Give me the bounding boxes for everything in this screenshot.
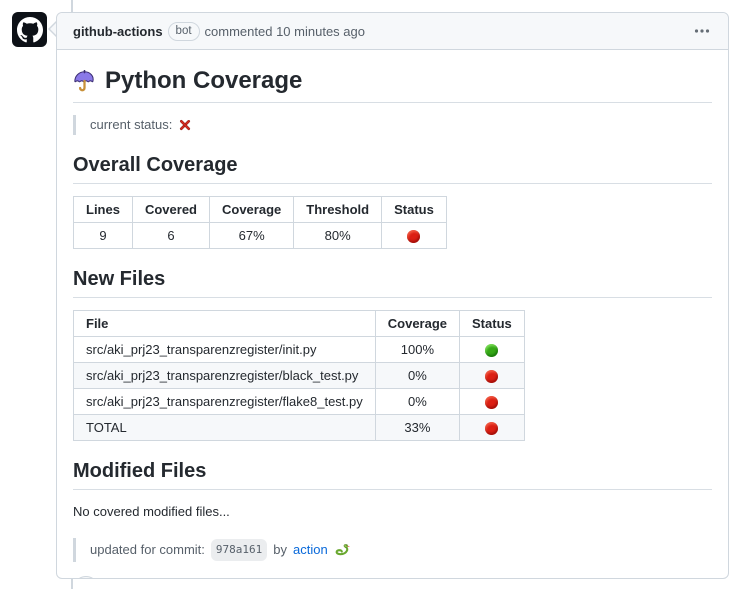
- table-cell: [460, 389, 525, 415]
- commit-note-connector: by: [273, 541, 287, 559]
- current-status-label: current status:: [90, 116, 172, 134]
- snake-icon: [334, 542, 350, 558]
- column-header: Status: [382, 197, 447, 223]
- modified-files-empty-text: No covered modified files...: [73, 502, 712, 522]
- table-cell: [382, 223, 447, 249]
- table-row: TOTAL33%: [74, 415, 525, 441]
- table-cell: 0%: [375, 389, 459, 415]
- table-cell: 6: [132, 223, 209, 249]
- status-green-icon: [485, 344, 498, 357]
- table-cell: 33%: [375, 415, 459, 441]
- table-cell: 100%: [375, 337, 459, 363]
- table-header-row: LinesCoveredCoverageThresholdStatus: [74, 197, 447, 223]
- column-header: File: [74, 311, 376, 337]
- table-cell: 80%: [294, 223, 382, 249]
- comment-timestamp: commented 10 minutes ago: [205, 24, 365, 39]
- column-header: Coverage: [210, 197, 294, 223]
- status-red-icon: [485, 370, 498, 383]
- umbrella-icon: [73, 70, 96, 93]
- commit-note-label: updated for commit:: [90, 541, 205, 559]
- table-cell: 0%: [375, 363, 459, 389]
- current-status-note: current status:: [73, 115, 712, 135]
- bot-badge: bot: [168, 22, 200, 41]
- table-cell: TOTAL: [74, 415, 376, 441]
- new-files-heading: New Files: [73, 267, 712, 298]
- table-row: 9667%80%: [74, 223, 447, 249]
- table-cell: 9: [74, 223, 133, 249]
- commit-note: updated for commit: 978a161 by action: [73, 538, 712, 562]
- comment-box: github-actions bot commented 10 minutes …: [56, 12, 729, 579]
- new-files-table: FileCoverageStatus src/aki_prj23_transpa…: [73, 310, 525, 441]
- table-row: src/aki_prj23_transparenzregister/black_…: [74, 363, 525, 389]
- table-row: src/aki_prj23_transparenzregister/init.p…: [74, 337, 525, 363]
- status-red-icon: [485, 422, 498, 435]
- table-row: src/aki_prj23_transparenzregister/flake8…: [74, 389, 525, 415]
- comment-header: github-actions bot commented 10 minutes …: [57, 13, 728, 50]
- cross-mark-icon: [178, 118, 192, 132]
- table-cell: src/aki_prj23_transparenzregister/init.p…: [74, 337, 376, 363]
- column-header: Lines: [74, 197, 133, 223]
- overall-coverage-heading: Overall Coverage: [73, 153, 712, 184]
- column-header: Threshold: [294, 197, 382, 223]
- commit-sha-chip: 978a161: [211, 539, 267, 561]
- table-cell: [460, 363, 525, 389]
- status-red-icon: [407, 230, 420, 243]
- octocat-icon: [17, 17, 43, 43]
- report-title: Python Coverage: [73, 66, 712, 103]
- table-cell: [460, 415, 525, 441]
- github-comment-page: github-actions bot commented 10 minutes …: [0, 0, 741, 589]
- table-cell: src/aki_prj23_transparenzregister/black_…: [74, 363, 376, 389]
- kebab-icon: [694, 23, 710, 39]
- status-red-icon: [485, 396, 498, 409]
- comment-body: Python Coverage current status: Overall …: [57, 50, 728, 579]
- table-cell: src/aki_prj23_transparenzregister/flake8…: [74, 389, 376, 415]
- column-header: Status: [460, 311, 525, 337]
- table-header-row: FileCoverageStatus: [74, 311, 525, 337]
- table-cell: [460, 337, 525, 363]
- action-link[interactable]: action: [293, 541, 328, 559]
- table-cell: 67%: [210, 223, 294, 249]
- github-actions-avatar[interactable]: [12, 12, 47, 47]
- add-reaction-button[interactable]: [73, 576, 99, 580]
- timeline-line-bottom: [71, 579, 73, 589]
- report-title-text: Python Coverage: [105, 66, 302, 96]
- column-header: Covered: [132, 197, 209, 223]
- modified-files-heading: Modified Files: [73, 459, 712, 490]
- author-link[interactable]: github-actions: [73, 24, 163, 39]
- column-header: Coverage: [375, 311, 459, 337]
- timeline-line-top: [71, 0, 73, 12]
- overall-coverage-table: LinesCoveredCoverageThresholdStatus 9667…: [73, 196, 447, 249]
- comment-options-button[interactable]: [692, 21, 712, 41]
